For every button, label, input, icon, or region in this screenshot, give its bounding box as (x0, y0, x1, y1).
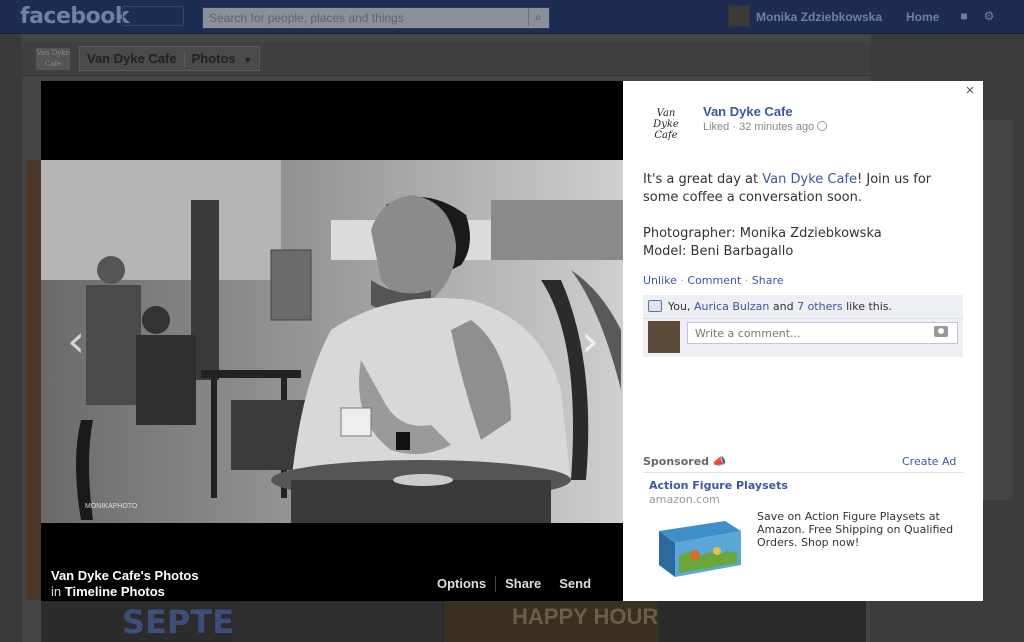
user-avatar[interactable] (728, 5, 750, 27)
liker-name-link[interactable]: Aurica Bulzan (694, 300, 769, 313)
page-name-link[interactable]: Van Dyke Cafe (703, 104, 793, 119)
megaphone-icon: 📣 (712, 455, 727, 468)
ad-title-link[interactable]: Action Figure Playsets (649, 479, 788, 492)
toy-box-illustration (659, 521, 741, 577)
sponsored-label: Sponsored 📣 (643, 455, 727, 468)
likes-suffix: like this. (842, 300, 893, 313)
sponsored-divider (643, 472, 963, 473)
sponsored-text: Sponsored (643, 455, 710, 468)
background-photo-tile (237, 601, 442, 642)
page-logo[interactable]: Van Dyke Cafe (643, 108, 689, 146)
likes-divider (643, 318, 963, 319)
globe-icon (817, 121, 828, 131)
background-photo-tile (660, 601, 866, 642)
settings-gear-icon[interactable]: ⚙ (982, 9, 996, 23)
comment-input[interactable]: Write a comment... (687, 322, 958, 344)
post-text-part: It's a great day at (643, 172, 763, 187)
share-link[interactable]: Share (752, 274, 784, 287)
likes-prefix: You, (668, 300, 694, 313)
others-link[interactable]: 7 others (797, 300, 843, 313)
create-ad-link[interactable]: Create Ad (902, 455, 956, 468)
ad-image[interactable] (655, 517, 743, 579)
unlike-link[interactable]: Unlike (643, 274, 677, 287)
post-meta-text: Liked · 32 minutes ago (703, 121, 815, 133)
photo-credits: Photographer: Monika Zdziebkowska Model:… (643, 225, 882, 261)
caret-down-icon[interactable]: ▼ (243, 55, 252, 65)
facebook-logo[interactable]: facebook (20, 4, 130, 29)
page-thumbnail-logo[interactable]: Van Dyke Cafe (36, 48, 70, 70)
previous-photo-arrow-icon[interactable]: ‹ (56, 320, 96, 366)
photo-illustration: MONIKAPHOTO (41, 160, 623, 523)
album-location: in Timeline Photos (51, 584, 165, 599)
logo-badge (122, 6, 184, 26)
post-text: It's a great day at Van Dyke Cafe! Join … (643, 171, 963, 207)
search-input[interactable]: Search for people, places and things (202, 7, 550, 29)
breadcrumb-page[interactable]: Van Dyke Cafe (87, 51, 177, 66)
post-page-link[interactable]: Van Dyke Cafe (762, 172, 857, 187)
comment-link[interactable]: Comment (687, 274, 741, 287)
send-button[interactable]: Send (550, 576, 600, 592)
album-name-link[interactable]: Timeline Photos (65, 584, 165, 599)
model-credit: Model: Beni Barbagallo (643, 244, 794, 259)
breadcrumb[interactable]: Van Dyke Cafe Photos ▼ (79, 46, 261, 71)
likes-summary: You, Aurica Bulzan and 7 others like thi… (648, 300, 892, 313)
background-septe-text: SEPTE (122, 603, 235, 641)
album-in-label: in (51, 584, 62, 599)
user-name-link[interactable]: Monika Zdziebkowska (756, 10, 882, 24)
background-sidebar-strip (983, 120, 1013, 500)
likes-and: and (769, 300, 798, 313)
share-photo-button[interactable]: Share (496, 576, 550, 592)
options-button[interactable]: Options (428, 576, 495, 592)
search-icon[interactable]: ⌕ (528, 8, 548, 27)
camera-icon[interactable] (934, 326, 948, 337)
post-actions: Unlike · Comment · Share (643, 274, 784, 287)
post-meta: Liked · 32 minutes ago (703, 121, 828, 133)
close-icon[interactable]: × (963, 83, 977, 98)
background-photo-strip (26, 160, 41, 600)
ad-domain: amazon.com (649, 493, 720, 506)
background-happy-hour-text: HAPPY HOUR (512, 604, 659, 629)
photo-watermark: MONIKAPHOTO (85, 503, 138, 510)
commenter-avatar[interactable] (648, 321, 680, 353)
friend-requests-icon[interactable]: ■ (957, 9, 971, 23)
thumbs-up-icon (648, 300, 662, 312)
photographer-credit: Photographer: Monika Zdziebkowska (643, 226, 882, 241)
next-photo-arrow-icon[interactable]: › (570, 320, 610, 366)
photo-actions: Options Share Send (428, 576, 600, 592)
home-link[interactable]: Home (906, 10, 939, 24)
album-title[interactable]: Van Dyke Cafe's Photos (51, 568, 199, 583)
breadcrumb-section[interactable]: Photos (192, 51, 236, 66)
photo-image[interactable]: MONIKAPHOTO (41, 160, 623, 523)
ad-body: Save on Action Figure Playsets at Amazon… (757, 510, 954, 549)
